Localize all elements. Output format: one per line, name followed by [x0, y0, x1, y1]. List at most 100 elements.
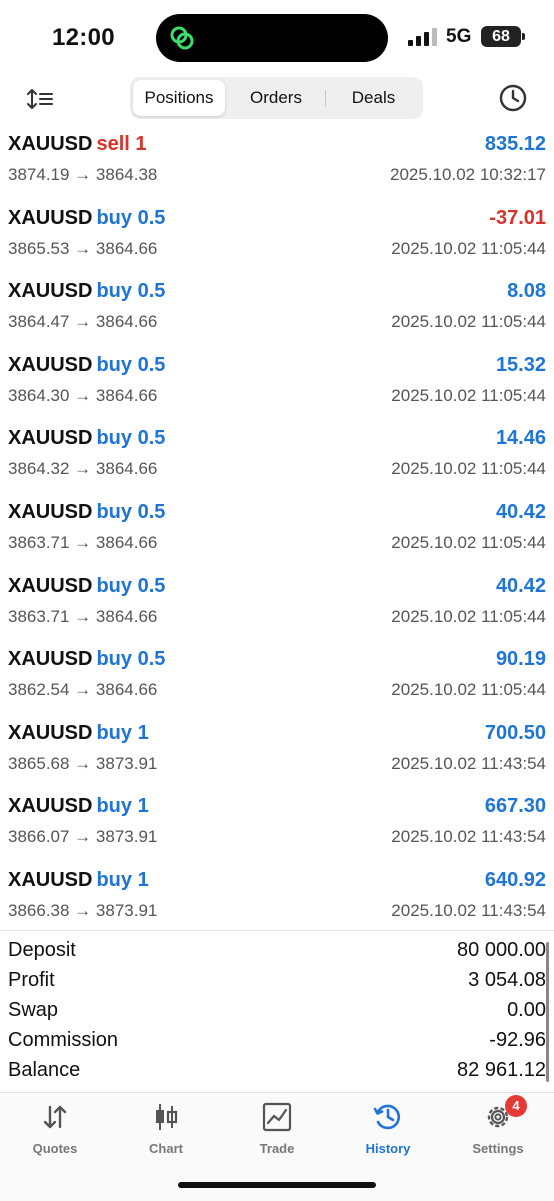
clock-history-icon[interactable] — [498, 83, 528, 113]
trade-line-chart-icon — [262, 1102, 292, 1132]
summary-balance: Balance 82 961.12 — [0, 1051, 554, 1081]
nav-history[interactable]: History — [333, 1101, 443, 1156]
trade-time: 2025.10.02 11:05:44 — [391, 532, 546, 552]
trade-prices: 3866.38 → 3873.91 — [8, 900, 158, 920]
trade-time: 2025.10.02 11:05:44 — [391, 238, 546, 258]
symbol: XAUUSD — [8, 721, 93, 744]
trade-row[interactable]: XAUUSD buy 0.5 15.32 3864.30 → 3864.66 20… — [0, 349, 554, 423]
close-price: 3864.66 — [95, 312, 158, 332]
trade-prices: 3874.19 → 3864.38 — [8, 165, 158, 184]
nav-label: Settings — [472, 1141, 524, 1156]
symbol: XAUUSD — [8, 795, 93, 818]
symbol: XAUUSD — [8, 574, 93, 597]
trade-prices: 3864.47 → 3864.66 — [8, 312, 158, 332]
trade-row[interactable]: XAUUSD buy 1 640.92 3866.38 → 3873.91 202… — [0, 864, 554, 938]
trade-time: 2025.10.02 11:43:54 — [391, 753, 546, 773]
symbol: XAUUSD — [8, 206, 93, 229]
segment-divider — [325, 90, 326, 107]
trade-side: buy 0.5 — [96, 353, 166, 376]
trade-profit: 15.32 — [495, 353, 546, 376]
summary-deposit: Deposit 80 000.00 — [0, 931, 554, 961]
trade-time: 2025.10.02 11:43:54 — [391, 900, 546, 920]
open-price: 3866.07 — [8, 827, 70, 847]
trade-row[interactable]: XAUUSD buy 1 667.30 3866.07 → 3873.91 202… — [0, 790, 554, 864]
open-price: 3864.30 — [8, 385, 70, 405]
summary-label: Deposit — [8, 939, 76, 961]
open-price: 3864.32 — [8, 459, 70, 479]
segmented-control: Positions Orders Deals — [130, 77, 423, 119]
trade-side: buy 0.5 — [96, 427, 166, 450]
tab-positions[interactable]: Positions — [133, 80, 225, 116]
trade-prices: 3862.54 → 3864.66 — [8, 680, 158, 700]
trade-profit: 667.30 — [484, 795, 546, 818]
open-price: 3866.38 — [8, 900, 70, 920]
nav-settings[interactable]: 4 Settings — [443, 1095, 553, 1156]
trade-prices: 3866.07 → 3873.91 — [8, 827, 158, 847]
trade-profit: 640.92 — [484, 868, 546, 891]
nav-trade[interactable]: Trade — [222, 1101, 332, 1156]
open-price: 3864.47 — [8, 312, 70, 332]
trade-side: buy 0.5 — [96, 280, 166, 303]
trade-profit: 8.08 — [507, 280, 546, 303]
nav-chart[interactable]: Chart — [111, 1101, 221, 1156]
trade-row[interactable]: XAUUSD buy 0.5 40.42 3863.71 → 3864.66 20… — [0, 496, 554, 570]
trade-profit: 700.50 — [484, 721, 546, 744]
close-price: 3864.66 — [95, 385, 158, 405]
trade-row[interactable]: XAUUSD buy 0.5 8.08 3864.47 → 3864.66 202… — [0, 275, 554, 349]
trade-row[interactable]: XAUUSD sell 1 835.12 3874.19 → 3864.38 20… — [0, 128, 554, 202]
symbol: XAUUSD — [8, 868, 93, 891]
trade-prices: 3864.30 → 3864.66 — [8, 385, 158, 405]
trade-side: buy 0.5 — [96, 648, 166, 671]
signal-icon — [408, 28, 437, 46]
tab-deals[interactable]: Deals — [327, 80, 420, 116]
trade-row[interactable]: XAUUSD buy 0.5 90.19 3862.54 → 3864.66 20… — [0, 643, 554, 717]
home-indicator[interactable] — [178, 1182, 376, 1188]
close-price: 3864.38 — [95, 165, 158, 184]
trade-row[interactable]: XAUUSD buy 0.5 40.42 3863.71 → 3864.66 20… — [0, 570, 554, 644]
history-clock-icon — [373, 1104, 401, 1130]
open-price: 3862.54 — [8, 680, 70, 700]
symbol: XAUUSD — [8, 133, 93, 155]
scrollbar[interactable] — [546, 942, 549, 1082]
trade-prices: 3865.53 → 3864.66 — [8, 238, 158, 258]
summary-commission: Commission -92.96 — [0, 1021, 554, 1051]
symbol: XAUUSD — [8, 353, 93, 376]
open-price: 3863.71 — [8, 606, 70, 626]
trade-title: XAUUSD buy 0.5 — [8, 427, 165, 450]
open-price: 3863.71 — [8, 532, 70, 552]
symbol: XAUUSD — [8, 280, 93, 303]
trade-row[interactable]: XAUUSD buy 1 700.50 3865.68 → 3873.91 202… — [0, 717, 554, 791]
trade-title: XAUUSD buy 1 — [8, 869, 149, 892]
trade-side: buy 1 — [96, 868, 149, 891]
sort-icon[interactable] — [26, 85, 54, 113]
trade-side: buy 1 — [96, 795, 149, 818]
summary-profit: Profit 3 054.08 — [0, 961, 554, 991]
trade-title: XAUUSD buy 0.5 — [8, 354, 165, 377]
close-price: 3864.66 — [95, 238, 158, 258]
trade-row[interactable]: XAUUSD buy 0.5 -37.01 3865.53 → 3864.66 2… — [0, 202, 554, 276]
tab-orders[interactable]: Orders — [228, 80, 324, 116]
summary-label: Balance — [8, 1059, 81, 1081]
trade-profit: 835.12 — [484, 133, 546, 155]
battery-level: 68 — [492, 28, 510, 45]
summary-swap: Swap 0.00 — [0, 991, 554, 1021]
battery-tip — [522, 33, 525, 40]
dynamic-island — [156, 14, 388, 62]
nav-label: Chart — [149, 1141, 183, 1156]
nav-quotes[interactable]: Quotes — [0, 1101, 110, 1156]
trade-title: XAUUSD buy 0.5 — [8, 207, 165, 230]
trade-time: 2025.10.02 11:05:44 — [391, 459, 546, 479]
trade-prices: 3863.71 → 3864.66 — [8, 532, 158, 552]
trade-time: 2025.10.02 11:05:44 — [391, 680, 546, 700]
trade-row[interactable]: XAUUSD buy 0.5 14.46 3864.32 → 3864.66 20… — [0, 422, 554, 496]
trade-title: XAUUSD buy 1 — [8, 722, 149, 745]
close-price: 3864.66 — [95, 680, 158, 700]
nav-label: Trade — [259, 1141, 295, 1156]
candlestick-chart-icon — [156, 1104, 178, 1130]
summary-value: 0.00 — [507, 999, 546, 1021]
close-price: 3873.91 — [95, 753, 158, 773]
open-price: 3874.19 — [8, 165, 70, 184]
trade-time: 2025.10.02 10:32:17 — [390, 165, 546, 184]
close-price: 3873.91 — [95, 827, 158, 847]
symbol: XAUUSD — [8, 500, 93, 523]
